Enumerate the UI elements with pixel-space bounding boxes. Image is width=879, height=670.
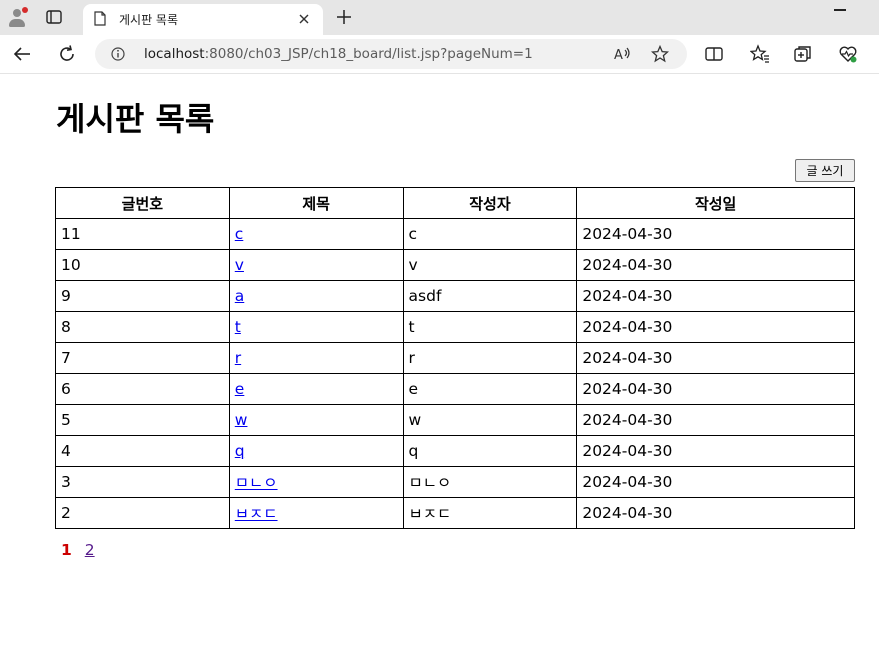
cell-title: r: [228, 342, 404, 374]
browser-toolbar: localhost:8080/ch03_JSP/ch18_board/list.…: [0, 35, 879, 74]
cell-writer: e: [402, 373, 578, 405]
table-row: 11 c c 2024-04-30: [55, 218, 855, 250]
cell-num: 3: [55, 466, 230, 498]
read-aloud-icon[interactable]: A: [613, 45, 633, 63]
table-row: 6 e e 2024-04-30: [55, 373, 855, 405]
tab-strip: 게시판 목록: [0, 0, 879, 35]
table-row: 3 ㅁㄴㅇ ㅁㄴㅇ 2024-04-30: [55, 466, 855, 498]
pagination: 1 2: [61, 541, 95, 559]
table-row: 4 q q 2024-04-30: [55, 435, 855, 467]
refresh-icon[interactable]: [57, 44, 77, 64]
table-row: 10 v v 2024-04-30: [55, 249, 855, 281]
collections-icon[interactable]: [793, 44, 813, 64]
favorite-star-icon[interactable]: [651, 45, 669, 63]
cell-title: q: [228, 435, 404, 467]
address-bar[interactable]: localhost:8080/ch03_JSP/ch18_board/list.…: [95, 39, 687, 69]
cell-num: 6: [55, 373, 230, 405]
cell-num: 4: [55, 435, 230, 467]
cell-date: 2024-04-30: [576, 373, 855, 405]
cell-date: 2024-04-30: [576, 404, 855, 436]
cell-date: 2024-04-30: [576, 249, 855, 281]
cell-date: 2024-04-30: [576, 466, 855, 498]
split-screen-icon[interactable]: [704, 44, 724, 64]
cell-num: 8: [55, 311, 230, 343]
table-row: 8 t t 2024-04-30: [55, 311, 855, 343]
table-row: 5 w w 2024-04-30: [55, 404, 855, 436]
cell-writer: v: [402, 249, 578, 281]
favorites-icon[interactable]: [750, 44, 770, 64]
url-text[interactable]: localhost:8080/ch03_JSP/ch18_board/list.…: [144, 46, 533, 62]
table-row: 9 a asdf 2024-04-30: [55, 280, 855, 312]
board-table: 글번호 제목 작성자 작성일 11 c c 2024-04-30 10 v v …: [55, 187, 855, 529]
post-title-link[interactable]: w: [235, 411, 248, 429]
cell-title: c: [228, 218, 404, 250]
table-row: 7 r r 2024-04-30: [55, 342, 855, 374]
cell-writer: w: [402, 404, 578, 436]
cell-date: 2024-04-30: [576, 342, 855, 374]
current-page: 1: [61, 541, 72, 559]
cell-num: 10: [55, 249, 230, 281]
cell-num: 2: [55, 497, 230, 529]
cell-title: e: [228, 373, 404, 405]
page-content: 게시판 목록 글 쓰기 글번호 제목 작성자 작성일 11 c c 2024-0…: [0, 74, 879, 670]
write-post-button[interactable]: 글 쓰기: [795, 159, 855, 182]
cell-title: ㅂㅈㄷ: [228, 497, 404, 529]
new-tab-icon[interactable]: [336, 9, 352, 25]
cell-title: v: [228, 249, 404, 281]
cell-num: 5: [55, 404, 230, 436]
table-header-row: 글번호 제목 작성자 작성일: [55, 187, 855, 219]
cell-title: t: [228, 311, 404, 343]
post-title-link[interactable]: t: [235, 318, 241, 336]
cell-num: 7: [55, 342, 230, 374]
cell-writer: asdf: [402, 280, 578, 312]
cell-date: 2024-04-30: [576, 311, 855, 343]
cell-date: 2024-04-30: [576, 497, 855, 529]
cell-writer: r: [402, 342, 578, 374]
post-title-link[interactable]: ㅂㅈㄷ: [235, 505, 278, 523]
cell-num: 9: [55, 280, 230, 312]
cell-writer: ㅁㄴㅇ: [402, 466, 578, 498]
back-icon[interactable]: [12, 44, 32, 64]
header-writer: 작성자: [402, 187, 578, 219]
table-row: 2 ㅂㅈㄷ ㅂㅈㄷ 2024-04-30: [55, 497, 855, 529]
info-icon[interactable]: [111, 47, 125, 61]
cell-writer: q: [402, 435, 578, 467]
tab-title: 게시판 목록: [119, 13, 179, 27]
post-title-link[interactable]: e: [235, 380, 245, 398]
browser-essentials-icon[interactable]: [838, 44, 858, 64]
page-title: 게시판 목록: [56, 100, 215, 138]
cell-date: 2024-04-30: [576, 218, 855, 250]
cell-writer: t: [402, 311, 578, 343]
post-title-link[interactable]: ㅁㄴㅇ: [235, 474, 278, 492]
post-title-link[interactable]: r: [235, 349, 241, 367]
cell-title: w: [228, 404, 404, 436]
header-num: 글번호: [55, 187, 230, 219]
cell-date: 2024-04-30: [576, 280, 855, 312]
document-icon: [94, 11, 106, 26]
minimize-icon[interactable]: [834, 9, 846, 11]
post-title-link[interactable]: q: [235, 442, 245, 460]
post-title-link[interactable]: v: [235, 256, 244, 274]
post-title-link[interactable]: a: [235, 287, 245, 305]
page-link[interactable]: 2: [85, 541, 95, 559]
cell-title: ㅁㄴㅇ: [228, 466, 404, 498]
header-date: 작성일: [576, 187, 855, 219]
svg-text:A: A: [614, 48, 623, 63]
cell-date: 2024-04-30: [576, 435, 855, 467]
cell-num: 11: [55, 218, 230, 250]
tab-actions-icon[interactable]: [46, 10, 62, 24]
cell-writer: ㅂㅈㄷ: [402, 497, 578, 529]
post-title-link[interactable]: c: [235, 225, 244, 243]
cell-writer: c: [402, 218, 578, 250]
profile-avatar-icon[interactable]: [7, 7, 28, 28]
close-tab-icon[interactable]: [297, 12, 311, 26]
header-title: 제목: [228, 187, 404, 219]
cell-title: a: [228, 280, 404, 312]
browser-tab[interactable]: 게시판 목록: [83, 4, 323, 35]
